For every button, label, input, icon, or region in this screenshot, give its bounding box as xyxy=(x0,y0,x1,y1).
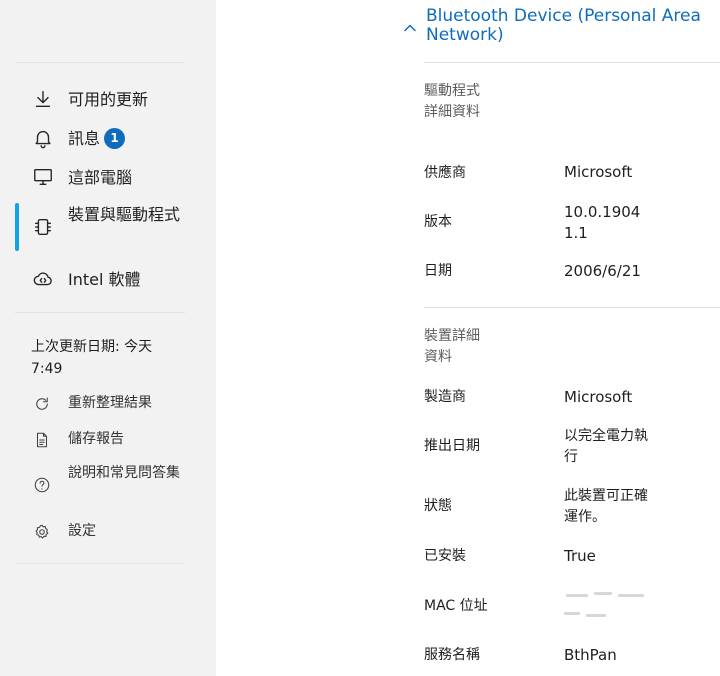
refresh-icon xyxy=(31,393,53,415)
action-label: 重新整理結果 xyxy=(68,395,152,411)
section-title[interactable]: Bluetooth Device (Personal Area Network) xyxy=(426,7,716,45)
group-divider xyxy=(424,307,720,308)
sidebar-divider xyxy=(15,312,185,313)
cloud-code-icon xyxy=(31,267,55,291)
row-value-version: 10.0.19041.1 xyxy=(564,203,641,242)
nav-item-this-pc[interactable]: 這部電腦 xyxy=(15,164,205,190)
nav-item-label: 可用的更新 xyxy=(68,89,149,109)
nav-item-label: 訊息 xyxy=(68,128,101,148)
row-label-manufacturer: 製造商 xyxy=(424,389,466,405)
row-label-installed: 已安裝 xyxy=(424,548,466,564)
refresh-results-button[interactable]: 重新整理結果 xyxy=(31,393,201,415)
redacted-mac-value xyxy=(564,588,648,624)
selected-indicator xyxy=(15,203,19,251)
section-divider xyxy=(424,62,720,63)
help-icon xyxy=(31,474,53,496)
nav-item-label: 這部電腦 xyxy=(68,167,133,187)
nav-item-available-updates[interactable]: 可用的更新 xyxy=(15,86,205,112)
gear-icon xyxy=(31,521,53,543)
action-label: 說明和常見問答集 xyxy=(68,465,180,481)
nav-item-messages[interactable]: 訊息 1 xyxy=(15,125,205,151)
row-value-service-name: BthPan xyxy=(564,646,617,664)
row-value-installed: True xyxy=(564,547,596,565)
row-label-release-date: 推出日期 xyxy=(424,438,480,454)
sidebar-divider xyxy=(15,563,185,564)
help-faq-button[interactable]: 說明和常見問答集 xyxy=(31,463,201,507)
chevron-up-icon[interactable] xyxy=(403,20,417,34)
row-value-date: 2006/6/21 xyxy=(564,262,641,280)
settings-button[interactable]: 設定 xyxy=(31,521,201,543)
download-icon xyxy=(31,87,55,111)
row-label-mac-address: MAC 位址 xyxy=(424,598,488,614)
bell-icon xyxy=(31,126,55,150)
row-value-vendor: Microsoft xyxy=(564,163,633,181)
nav-item-intel-software[interactable]: Intel 軟體 xyxy=(15,266,205,292)
sidebar-divider xyxy=(15,62,185,63)
save-report-button[interactable]: 儲存報告 xyxy=(31,429,201,451)
nav-item-devices-drivers[interactable]: 裝置與驅動程式 xyxy=(15,202,205,252)
last-update-text: 上次更新日期: 今天 7:49 xyxy=(31,339,153,377)
document-icon xyxy=(31,429,53,451)
device-details-panel: Bluetooth Device (Personal Area Network)… xyxy=(216,0,720,676)
sidebar: 可用的更新 訊息 1 這部電腦 裝置與驅動程式 Intel 軟體 上次更新日期: … xyxy=(0,0,216,676)
device-details-heading: 裝置詳細資料 xyxy=(424,328,480,365)
row-label-date: 日期 xyxy=(424,263,452,279)
monitor-icon xyxy=(31,165,55,189)
row-label-status: 狀態 xyxy=(424,498,452,514)
row-label-vendor: 供應商 xyxy=(424,165,466,181)
action-label: 儲存報告 xyxy=(68,431,124,447)
row-label-version: 版本 xyxy=(424,214,452,230)
nav-item-label: Intel 軟體 xyxy=(68,269,141,289)
nav-item-label-wrap: 訊息 1 xyxy=(68,126,126,151)
row-value-status: 此裝置可正確運作。 xyxy=(564,488,648,525)
notification-badge: 1 xyxy=(104,127,126,149)
row-value-release-date: 以完全電力執行 xyxy=(564,428,648,465)
row-label-service-name: 服務名稱 xyxy=(424,647,480,663)
row-value-manufacturer: Microsoft xyxy=(564,388,633,406)
chip-icon xyxy=(31,215,55,239)
driver-details-heading: 驅動程式詳細資料 xyxy=(424,83,480,120)
nav-item-label: 裝置與驅動程式 xyxy=(68,205,181,224)
action-label: 設定 xyxy=(68,523,96,539)
